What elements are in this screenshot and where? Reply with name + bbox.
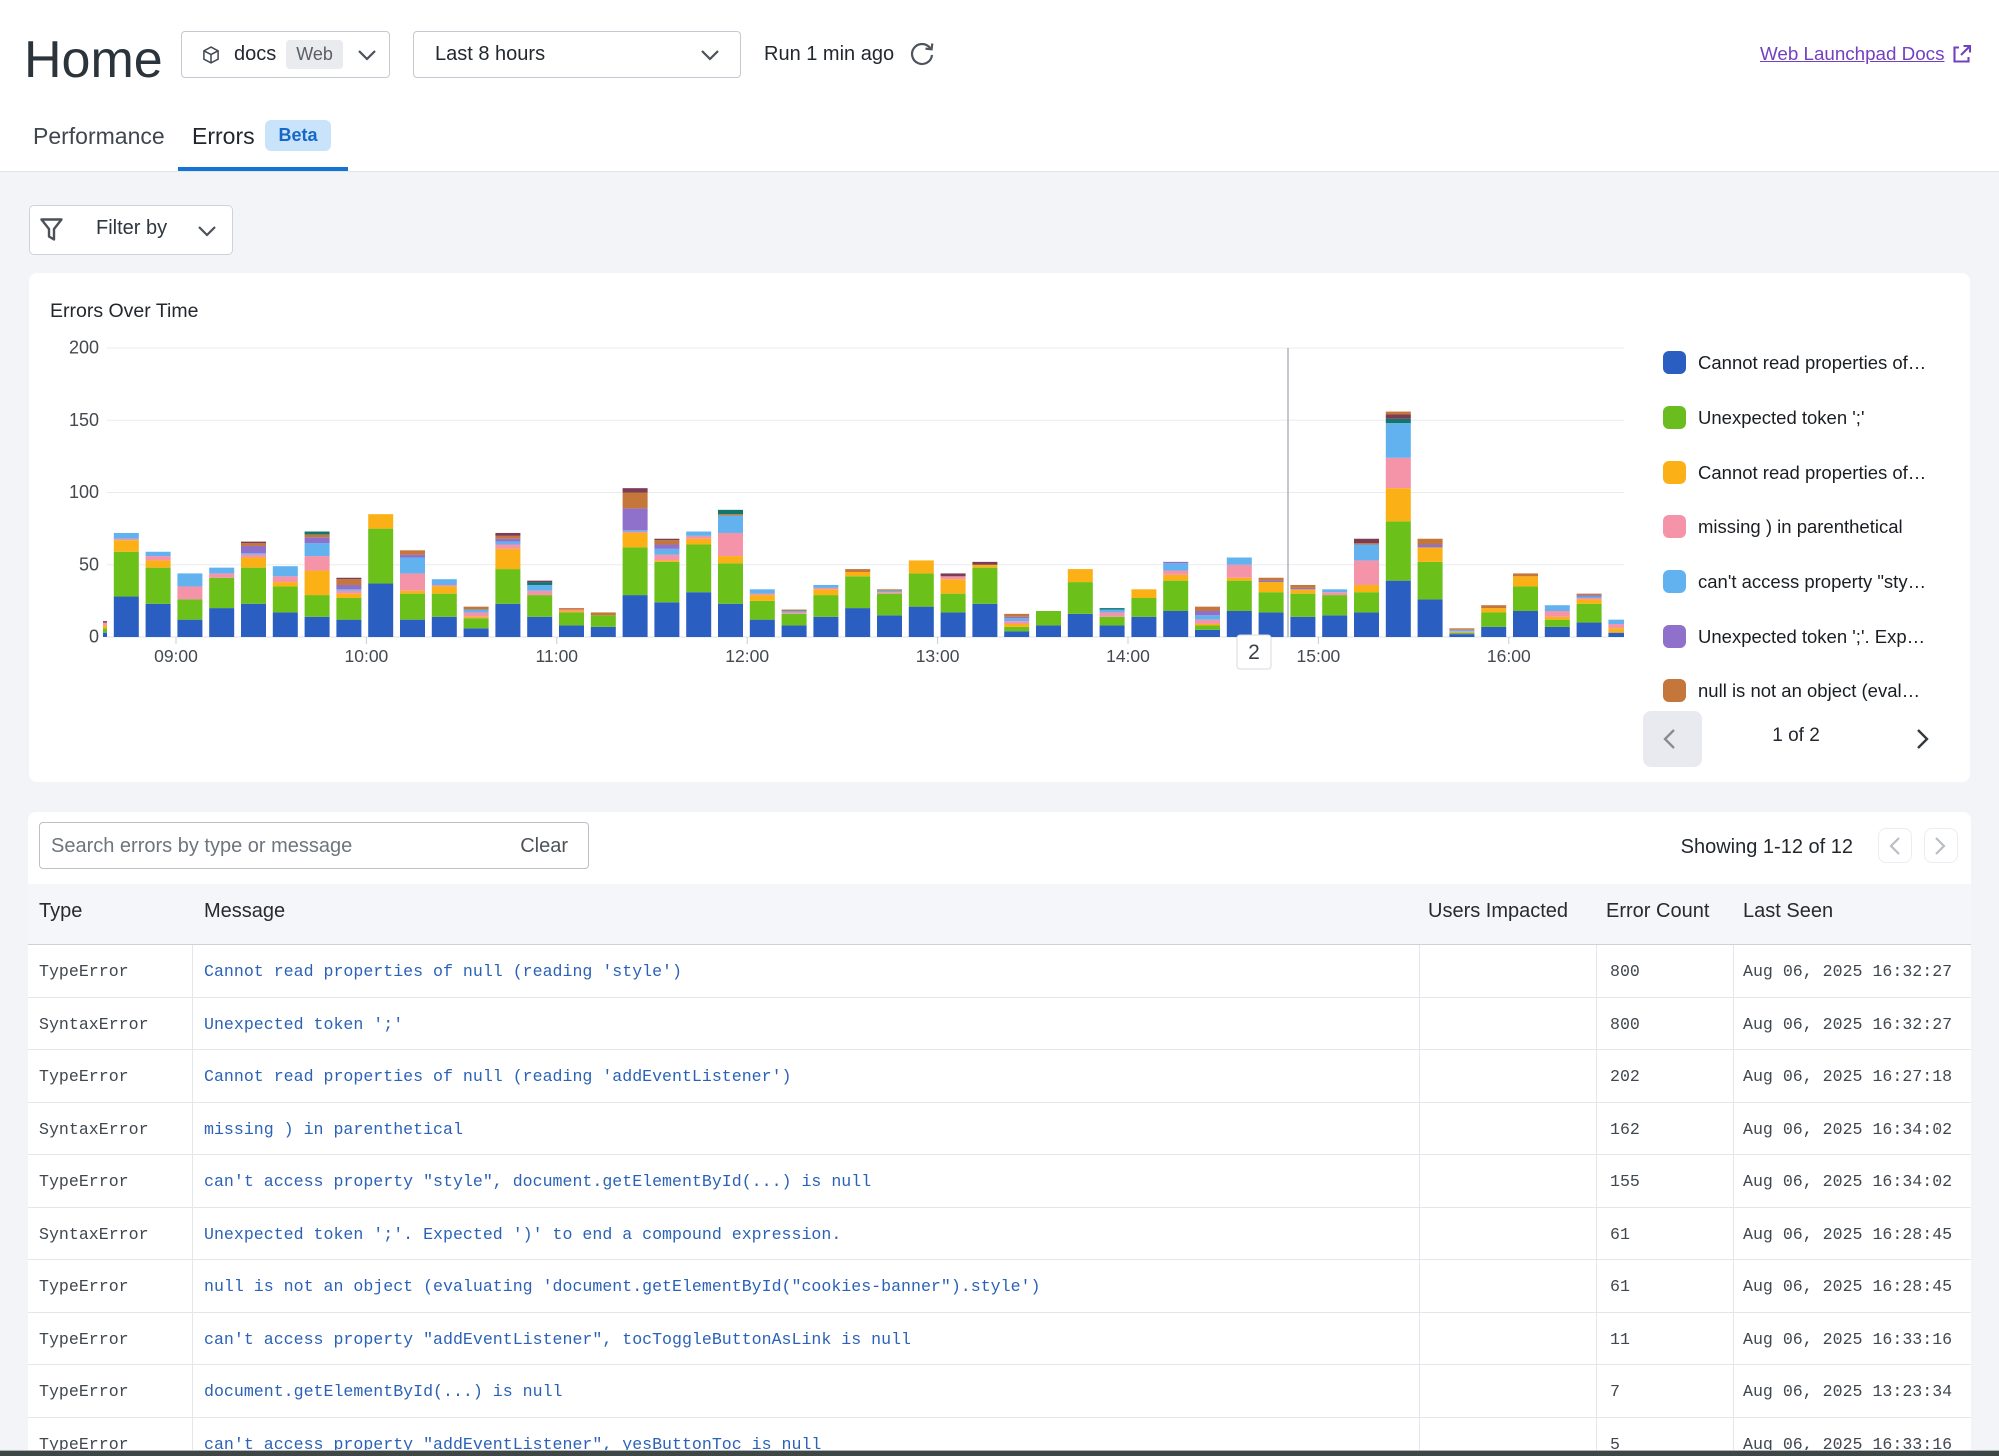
svg-text:150: 150	[69, 410, 99, 430]
svg-text:15:00: 15:00	[1297, 646, 1341, 666]
svg-text:100: 100	[69, 482, 99, 502]
svg-text:0: 0	[89, 627, 99, 647]
svg-text:14:00: 14:00	[1106, 646, 1150, 666]
svg-text:11:00: 11:00	[536, 646, 579, 666]
svg-text:200: 200	[69, 338, 99, 358]
svg-text:09:00: 09:00	[154, 646, 198, 666]
svg-text:16:00: 16:00	[1487, 646, 1531, 666]
svg-text:50: 50	[79, 554, 99, 574]
svg-text:13:00: 13:00	[916, 646, 960, 666]
svg-text:12:00: 12:00	[725, 646, 769, 666]
svg-text:2: 2	[1248, 641, 1260, 664]
svg-text:10:00: 10:00	[345, 646, 389, 666]
